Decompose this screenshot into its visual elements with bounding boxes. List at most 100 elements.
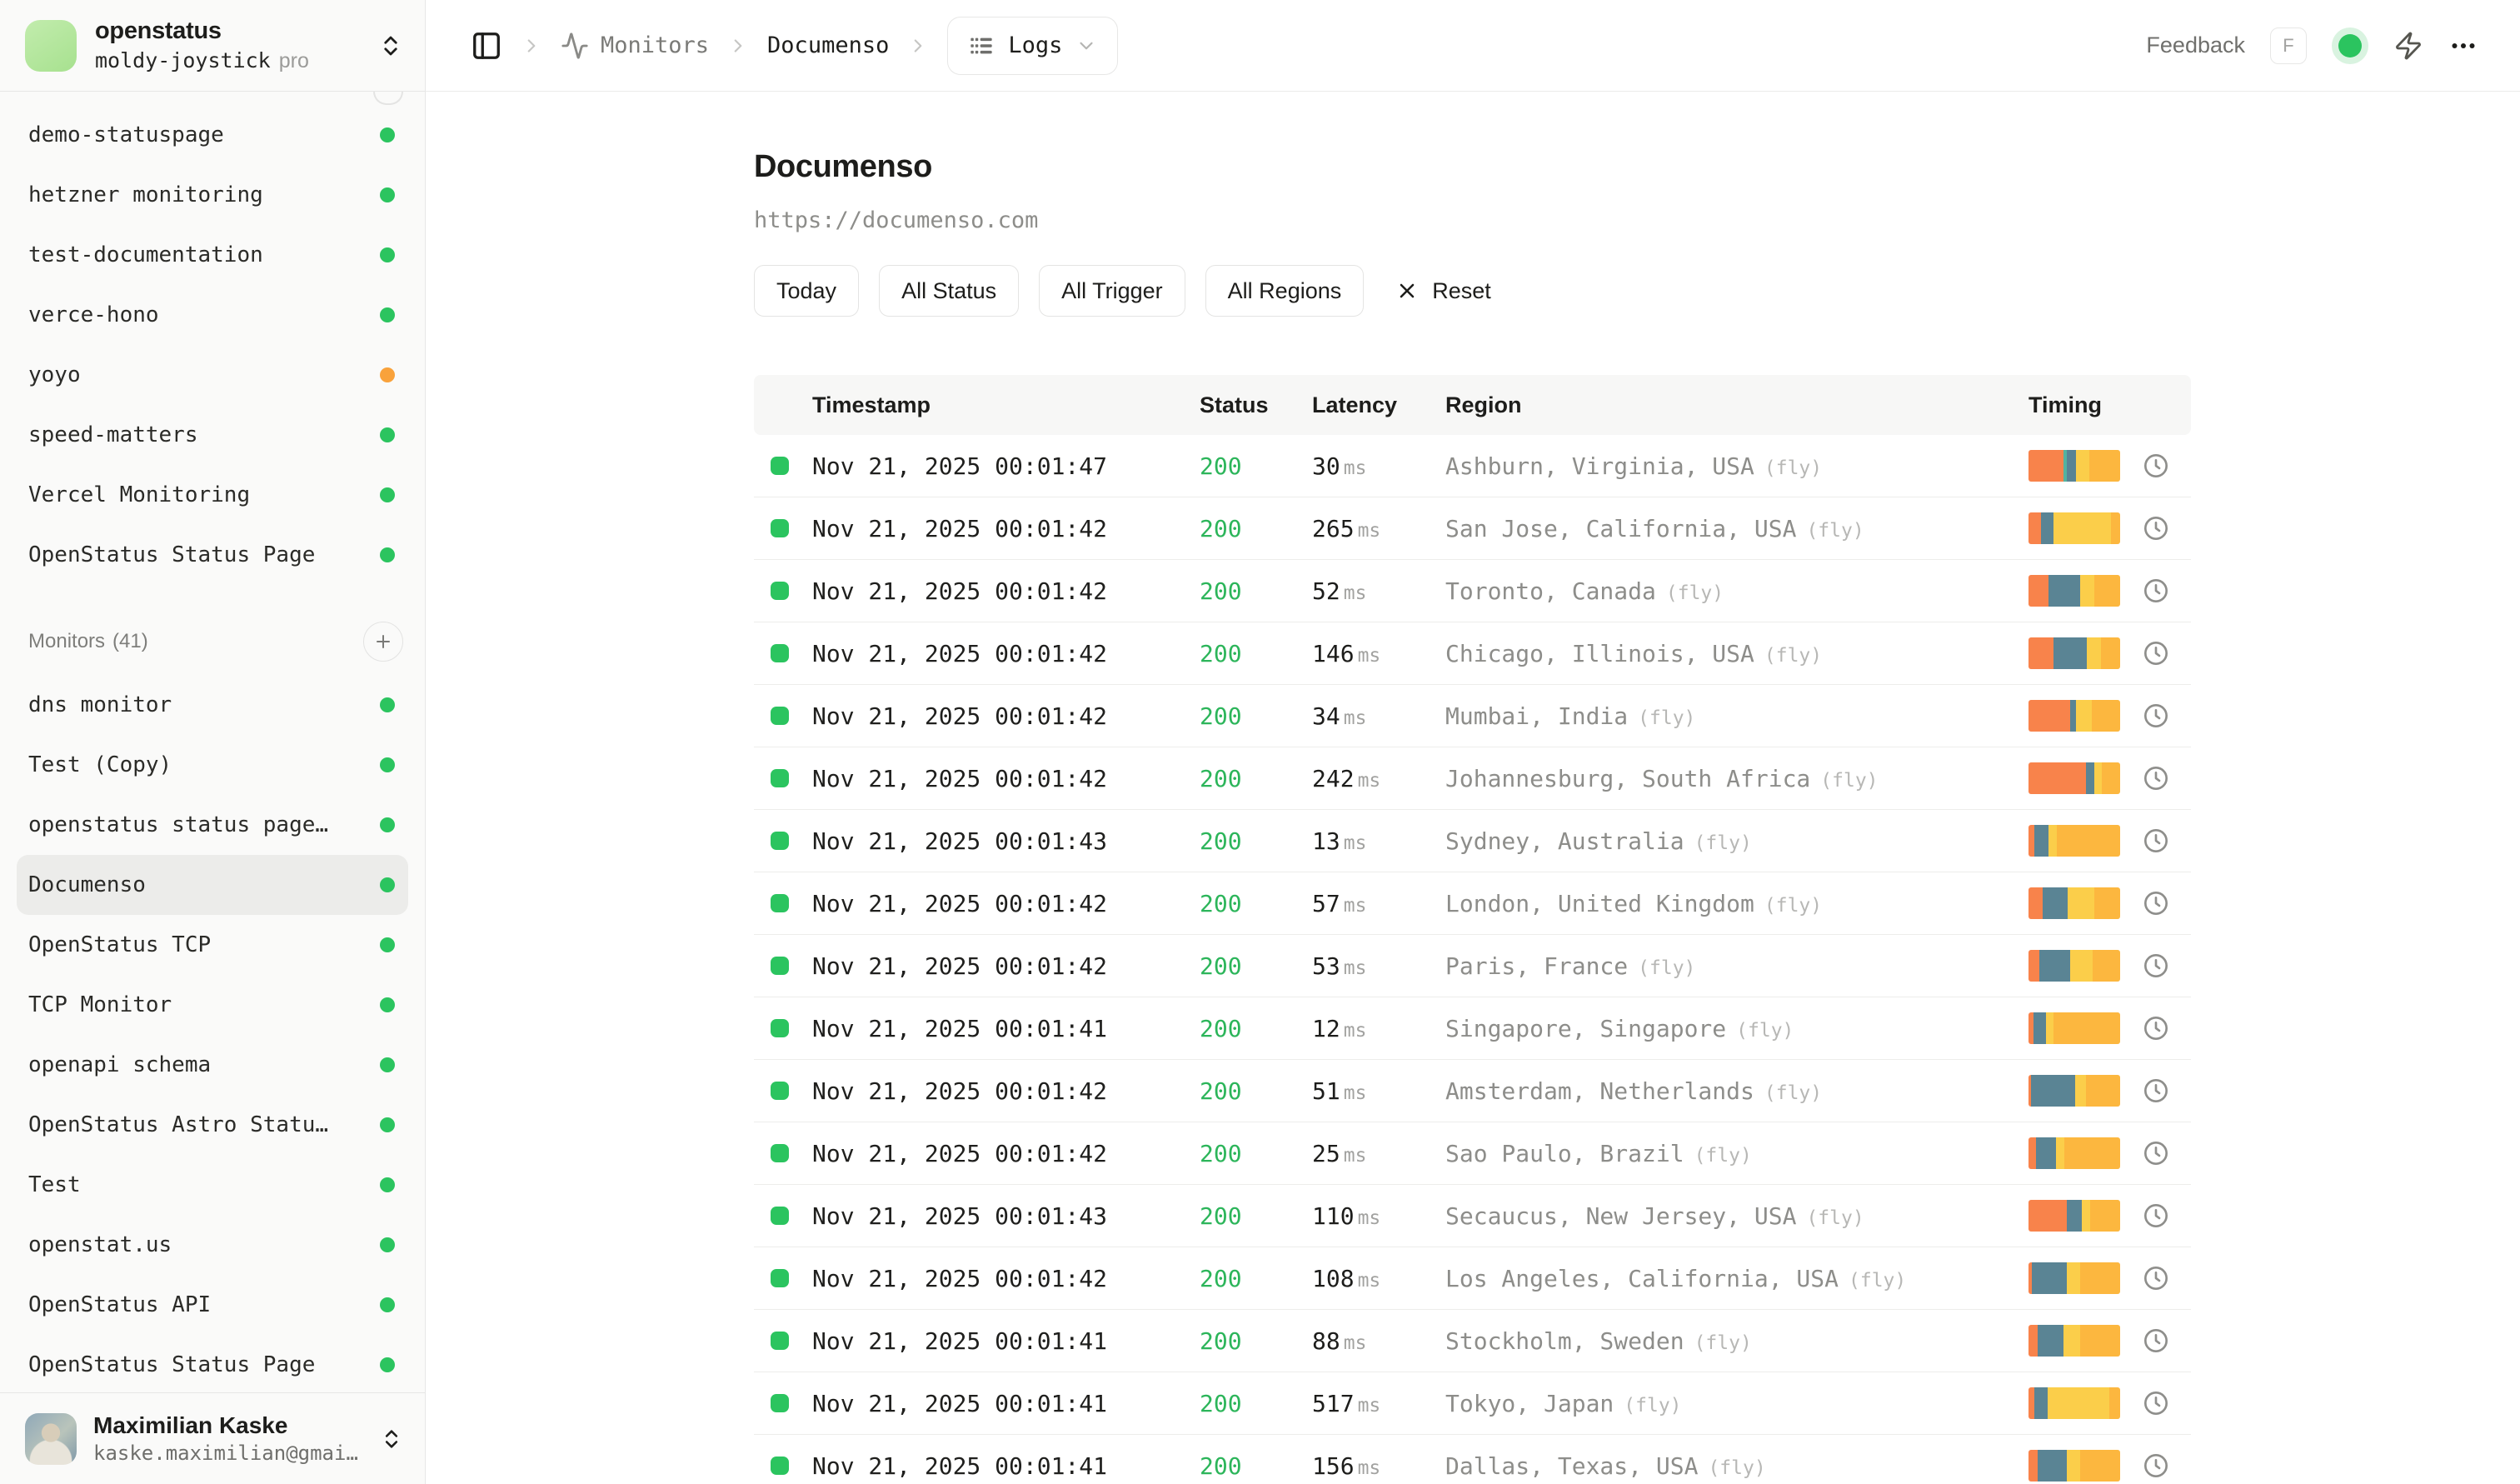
breadcrumb-documenso[interactable]: Documenso (767, 32, 889, 58)
sidebar-item-openstatus-api[interactable]: OpenStatus API (17, 1275, 408, 1335)
row-region: Paris, France(fly) (1445, 952, 2028, 980)
sidebar-item-dns-monitor[interactable]: dns monitor (17, 675, 408, 735)
filter-trigger[interactable]: All Trigger (1039, 265, 1185, 317)
filter-regions[interactable]: All Regions (1205, 265, 1365, 317)
log-row[interactable]: Nov 21, 2025 00:01:42 200 146ms Chicago,… (754, 622, 2191, 685)
add-monitor-button[interactable] (363, 622, 403, 662)
status-pages-list: demo-statuspage hetzner monitoring test-… (17, 105, 408, 585)
log-row[interactable]: Nov 21, 2025 00:01:43 200 110ms Secaucus… (754, 1185, 2191, 1247)
sidebar-item-openstatus-astro-statu[interactable]: OpenStatus Astro Statu… (17, 1095, 408, 1155)
sidebar-item-label: OpenStatus API (28, 1292, 368, 1317)
more-options-button[interactable] (2448, 31, 2478, 61)
clock-icon[interactable] (2143, 640, 2169, 667)
row-provider: (fly) (1806, 520, 1864, 542)
sidebar-item-openstatus-status-page[interactable]: openstatus status page… (17, 795, 408, 855)
log-row[interactable]: Nov 21, 2025 00:01:41 200 517ms Tokyo, J… (754, 1372, 2191, 1435)
clock-icon[interactable] (2143, 1202, 2169, 1229)
clock-icon[interactable] (2143, 515, 2169, 542)
sidebar-item-demo-statuspage[interactable]: demo-statuspage (17, 105, 408, 165)
org-switcher[interactable]: openstatus moldy-joystickpro (0, 0, 425, 92)
feedback-button[interactable]: Feedback (2146, 32, 2245, 58)
list-icon (968, 32, 995, 59)
clock-icon[interactable] (2143, 702, 2169, 729)
clock-icon[interactable] (2143, 952, 2169, 979)
timing-bar (2028, 512, 2120, 544)
sidebar-item-label: verce-hono (28, 302, 368, 327)
sidebar-item-speed-matters[interactable]: speed-matters (17, 405, 408, 465)
timing-segment-tls (2053, 637, 2088, 669)
sidebar-item-openapi-schema[interactable]: openapi schema (17, 1035, 408, 1095)
log-row[interactable]: Nov 21, 2025 00:01:42 200 51ms Amsterdam… (754, 1060, 2191, 1122)
log-row[interactable]: Nov 21, 2025 00:01:47 200 30ms Ashburn, … (754, 435, 2191, 497)
sidebar-item-label: hetzner monitoring (28, 182, 368, 207)
log-row[interactable]: Nov 21, 2025 00:01:43 200 13ms Sydney, A… (754, 810, 2191, 872)
sidebar-item-test-copy[interactable]: Test (Copy) (17, 735, 408, 795)
clock-icon[interactable] (2143, 1452, 2169, 1479)
clock-icon[interactable] (2143, 1265, 2169, 1292)
clock-icon[interactable] (2143, 1140, 2169, 1167)
workspace-name: moldy-joystick (95, 48, 271, 72)
sidebar-item-documenso[interactable]: Documenso (17, 855, 408, 915)
sidebar-item-hetzner-monitoring[interactable]: hetzner monitoring (17, 165, 408, 225)
clock-icon[interactable] (2143, 890, 2169, 917)
org-workspace: moldy-joystickpro (95, 48, 360, 73)
sidebar-item-label: OpenStatus TCP (28, 932, 368, 957)
timing-segment-transfer (2093, 950, 2120, 982)
log-row[interactable]: Nov 21, 2025 00:01:41 200 12ms Singapore… (754, 997, 2191, 1060)
clock-icon[interactable] (2143, 1390, 2169, 1417)
clock-icon[interactable] (2143, 1327, 2169, 1354)
row-latency: 53ms (1312, 952, 1445, 980)
activity-icon (561, 32, 589, 60)
status-dot-icon (380, 547, 395, 562)
user-menu[interactable]: Maximilian Kaske kaske.maximilian@gmail… (0, 1392, 425, 1484)
log-row[interactable]: Nov 21, 2025 00:01:42 200 57ms London, U… (754, 872, 2191, 935)
sidebar-item-test-documentation[interactable]: test-documentation (17, 225, 408, 285)
clock-icon[interactable] (2143, 1077, 2169, 1104)
row-provider: (fly) (1694, 1145, 1752, 1167)
log-row[interactable]: Nov 21, 2025 00:01:42 200 52ms Toronto, … (754, 560, 2191, 622)
system-status-indicator[interactable] (2332, 27, 2368, 64)
log-row[interactable]: Nov 21, 2025 00:01:42 200 53ms Paris, Fr… (754, 935, 2191, 997)
sidebar-item-vercel-monitoring[interactable]: Vercel Monitoring (17, 465, 408, 525)
clock-icon[interactable] (2143, 827, 2169, 854)
timing-segment-tls (2032, 1262, 2067, 1294)
filter-status[interactable]: All Status (879, 265, 1019, 317)
sidebar-item-openstat-us[interactable]: openstat.us (17, 1215, 408, 1275)
log-row[interactable]: Nov 21, 2025 00:01:41 200 156ms Dallas, … (754, 1435, 2191, 1484)
log-row[interactable]: Nov 21, 2025 00:01:42 200 265ms San Jose… (754, 497, 2191, 560)
log-row[interactable]: Nov 21, 2025 00:01:42 200 34ms Mumbai, I… (754, 685, 2191, 747)
log-row[interactable]: Nov 21, 2025 00:01:42 200 25ms Sao Paulo… (754, 1122, 2191, 1185)
sidebar-item-yoyo[interactable]: yoyo (17, 345, 408, 405)
log-row[interactable]: Nov 21, 2025 00:01:42 200 242ms Johannes… (754, 747, 2191, 810)
log-row[interactable]: Nov 21, 2025 00:01:41 200 88ms Stockholm… (754, 1310, 2191, 1372)
row-timestamp: Nov 21, 2025 00:01:42 (812, 952, 1200, 980)
sidebar-item-openstatus-status-page[interactable]: OpenStatus Status Page (17, 1335, 408, 1392)
org-avatar (25, 20, 77, 72)
clock-icon[interactable] (2143, 577, 2169, 604)
sidebar-item-verce-hono[interactable]: verce-hono (17, 285, 408, 345)
timing-segment-transfer (2080, 1450, 2120, 1482)
clock-icon[interactable] (2143, 452, 2169, 479)
row-timestamp: Nov 21, 2025 00:01:43 (812, 827, 1200, 855)
monitor-url: https://documenso.com (754, 207, 2520, 235)
timing-segment-tls (2038, 1450, 2067, 1482)
sidebar-item-openstatus-status-page[interactable]: OpenStatus Status Page (17, 525, 408, 585)
row-region: Los Angeles, California, USA(fly) (1445, 1265, 2028, 1292)
row-latency: 25ms (1312, 1140, 1445, 1167)
sidebar-item-openstatus-tcp[interactable]: OpenStatus TCP (17, 915, 408, 975)
reset-filters-button[interactable]: Reset (1390, 277, 1496, 305)
filter-date[interactable]: Today (754, 265, 859, 317)
sidebar-toggle-button[interactable] (471, 30, 502, 62)
log-row[interactable]: Nov 21, 2025 00:01:42 200 108ms Los Ange… (754, 1247, 2191, 1310)
plus-icon (373, 632, 393, 652)
sidebar-item-test[interactable]: Test (17, 1155, 408, 1215)
sidebar-item-label: Documenso (28, 872, 368, 897)
view-switcher-logs[interactable]: Logs (947, 17, 1118, 75)
clock-icon[interactable] (2143, 765, 2169, 792)
command-menu-button[interactable] (2393, 31, 2423, 61)
clock-icon[interactable] (2143, 1015, 2169, 1042)
sidebar-item-tcp-monitor[interactable]: TCP Monitor (17, 975, 408, 1035)
timing-segment-dns (2028, 450, 2063, 482)
breadcrumb-monitors[interactable]: Monitors (561, 32, 709, 60)
row-region: Sydney, Australia(fly) (1445, 827, 2028, 855)
